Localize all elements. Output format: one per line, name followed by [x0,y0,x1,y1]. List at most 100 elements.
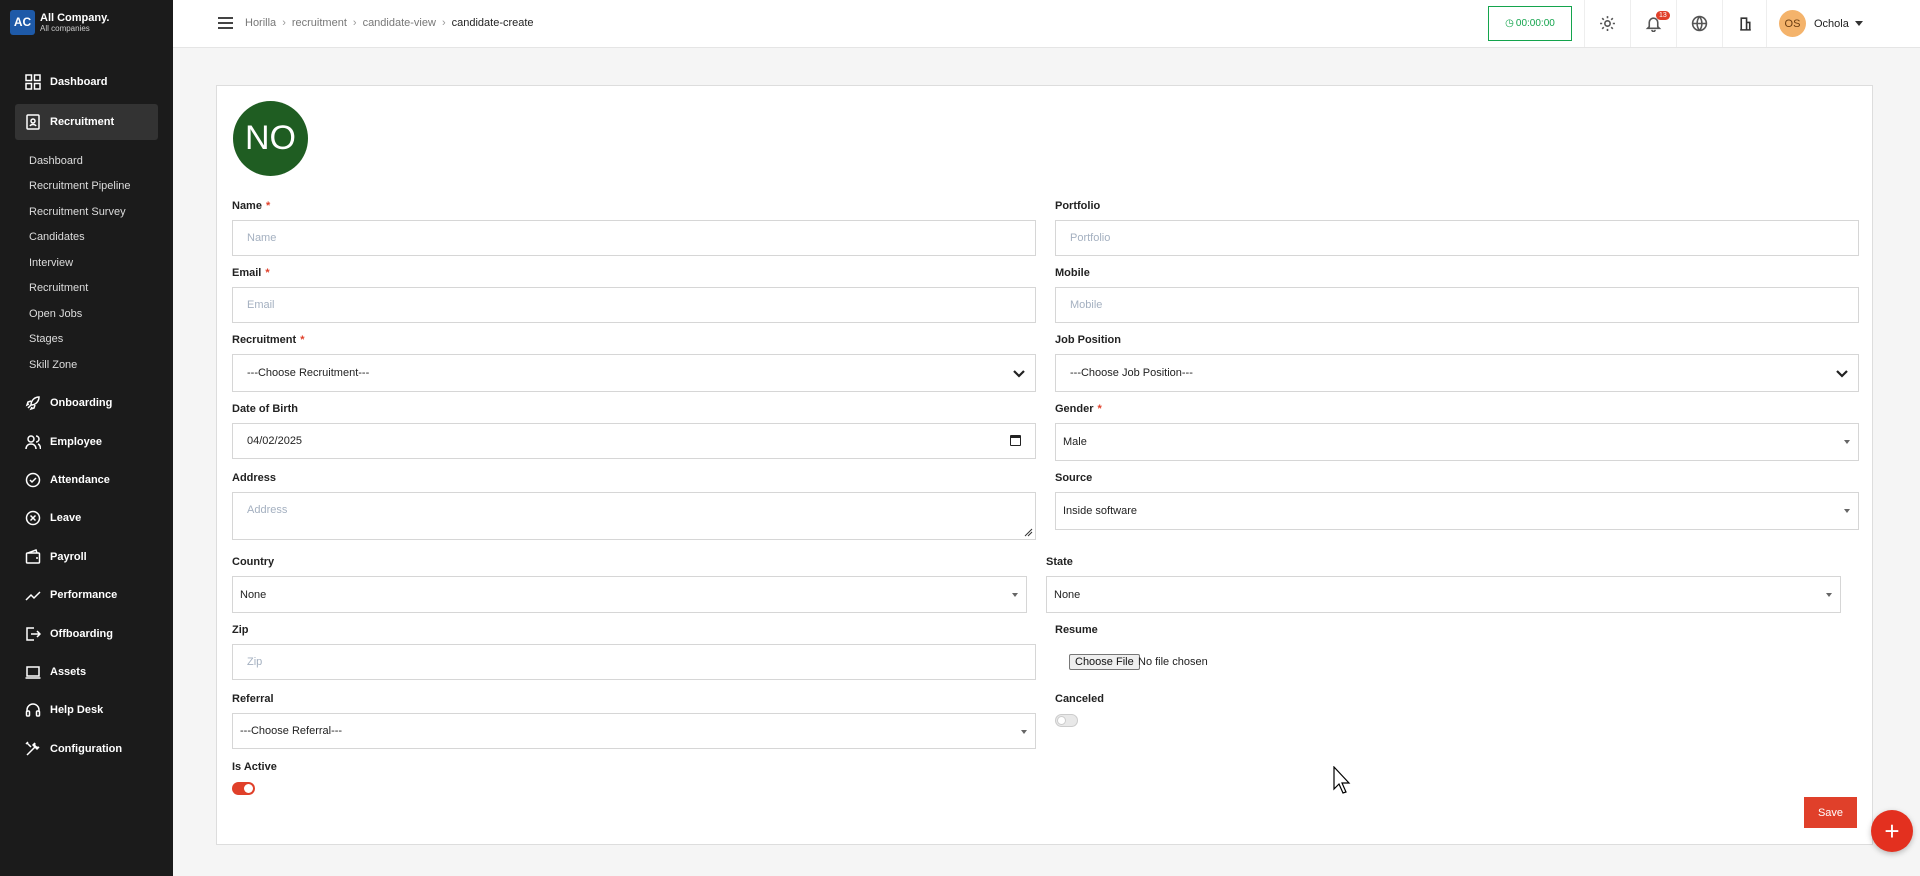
sidebar-item-help-desk[interactable]: Help Desk [15,692,158,728]
notification-badge: 13 [1656,11,1670,20]
chevron-down-icon [1854,21,1863,26]
breadcrumb-candidate-view[interactable]: candidate-view [363,17,436,29]
job-position-value: ---Choose Job Position--- [1070,367,1193,379]
sidebar-item-attendance[interactable]: Attendance [15,462,158,498]
address-label: Address [232,472,277,484]
state-select[interactable]: None [1046,576,1841,613]
sidebar: AC All Company. All companies Dashboard … [0,0,173,876]
mobile-input[interactable] [1070,299,1858,311]
sidebar-item-label: Help Desk [50,704,104,716]
zip-input[interactable] [247,656,1035,668]
breadcrumb-separator-icon: › [352,17,357,29]
sidebar-item-label: Onboarding [50,397,113,409]
subnav-candidates[interactable]: Candidates [29,231,85,243]
menu-toggle-icon[interactable] [218,17,233,29]
subnav-dashboard[interactable]: Dashboard [29,155,83,167]
resize-handle-icon[interactable] [1024,528,1033,537]
notifications-button[interactable]: 13 [1630,0,1676,47]
sidebar-item-offboarding[interactable]: Offboarding [15,616,158,652]
source-value: Inside software [1063,505,1137,517]
user-name: Ochola [1814,17,1849,30]
name-field[interactable] [232,220,1036,256]
recruitment-select[interactable]: ---Choose Recruitment--- [232,354,1036,392]
sidebar-item-label: Payroll [50,551,87,563]
mobile-field[interactable] [1055,287,1859,323]
sidebar-item-recruitment[interactable]: Recruitment [15,104,158,140]
sidebar-item-onboarding[interactable]: Onboarding [15,385,158,421]
language-button[interactable] [1676,0,1722,47]
portfolio-field[interactable] [1055,220,1859,256]
country-select[interactable]: None [232,576,1027,613]
gender-select[interactable]: Male [1055,423,1859,461]
canceled-toggle[interactable] [1055,714,1078,727]
address-field[interactable] [232,492,1036,540]
sidebar-item-label: Performance [50,589,118,601]
sidebar-item-label: Assets [50,666,87,678]
sidebar-item-label: Employee [50,436,102,448]
company-name: All Company. [40,11,110,24]
is-active-toggle[interactable] [232,782,255,795]
caret-down-icon [1021,730,1027,734]
subnav-stages[interactable]: Stages [29,333,63,345]
zip-field[interactable] [232,644,1036,680]
email-label: Email * [232,267,270,279]
breadcrumb-horilla[interactable]: Horilla [245,17,276,29]
attendance-timer-button[interactable]: ◷ 00:00:00 [1488,6,1572,41]
subnav-interview[interactable]: Interview [29,257,73,269]
trend-icon [25,587,41,603]
source-select[interactable]: Inside software [1055,492,1859,530]
email-input[interactable] [247,299,1035,311]
sidebar-item-performance[interactable]: Performance [15,577,158,613]
file-status: No file chosen [1138,656,1208,668]
sidebar-item-assets[interactable]: Assets [15,654,158,690]
subnav-recruitment-survey[interactable]: Recruitment Survey [29,206,126,218]
portfolio-label: Portfolio [1055,200,1101,212]
sidebar-item-configuration[interactable]: Configuration [15,731,158,767]
state-value: None [1054,588,1081,601]
caret-down-icon [1844,509,1850,513]
job-position-select[interactable]: ---Choose Job Position--- [1055,354,1859,392]
user-profile-menu[interactable]: OS Ochola [1766,0,1863,47]
subnav-skill-zone[interactable]: Skill Zone [29,359,77,371]
dob-field[interactable]: 04/02/2025 [232,423,1036,459]
candidate-avatar[interactable]: NO [233,101,308,176]
save-button[interactable]: Save [1804,797,1857,828]
sidebar-item-dashboard[interactable]: Dashboard [15,64,158,100]
gender-label: Gender * [1055,403,1102,415]
globe-icon [1691,15,1708,32]
company-logo: AC [10,9,35,35]
breadcrumb-recruitment[interactable]: recruitment [292,17,347,29]
subnav-recruitment-pipeline[interactable]: Recruitment Pipeline [29,180,131,192]
subnav-recruitment[interactable]: Recruitment [29,282,88,294]
address-textarea[interactable] [247,504,1035,516]
recruitment-value: ---Choose Recruitment--- [247,367,370,379]
portfolio-input[interactable] [1070,232,1858,244]
country-value: None [240,588,267,601]
job-position-label: Job Position [1055,334,1121,346]
email-field[interactable] [232,287,1036,323]
subnav-open-jobs[interactable]: Open Jobs [29,308,82,320]
referral-select[interactable]: ---Choose Referral--- [232,713,1036,749]
rocket-icon [25,395,41,411]
tools-icon [25,741,41,757]
timer-value: 00:00:00 [1515,18,1555,29]
gear-icon [1600,16,1615,31]
choose-file-button[interactable]: Choose File [1069,654,1140,670]
name-input[interactable] [247,232,1035,244]
sidebar-item-employee[interactable]: Employee [15,424,158,460]
dob-label: Date of Birth [232,403,298,415]
sidebar-item-payroll[interactable]: Payroll [15,539,158,575]
canceled-label: Canceled [1055,693,1104,705]
sidebar-item-leave[interactable]: Leave [15,500,158,536]
calendar-icon[interactable] [1010,435,1021,446]
company-switcher[interactable]: AC All Company. All companies [0,0,173,44]
exit-icon [25,626,41,642]
breadcrumb-separator-icon: › [282,17,286,29]
laptop-icon [25,664,41,680]
zip-label: Zip [232,624,249,636]
headset-icon [25,702,41,718]
company-button[interactable] [1722,0,1768,47]
settings-button[interactable] [1584,0,1630,47]
quick-action-button[interactable]: + [1871,810,1913,852]
recruitment-icon [25,114,41,130]
